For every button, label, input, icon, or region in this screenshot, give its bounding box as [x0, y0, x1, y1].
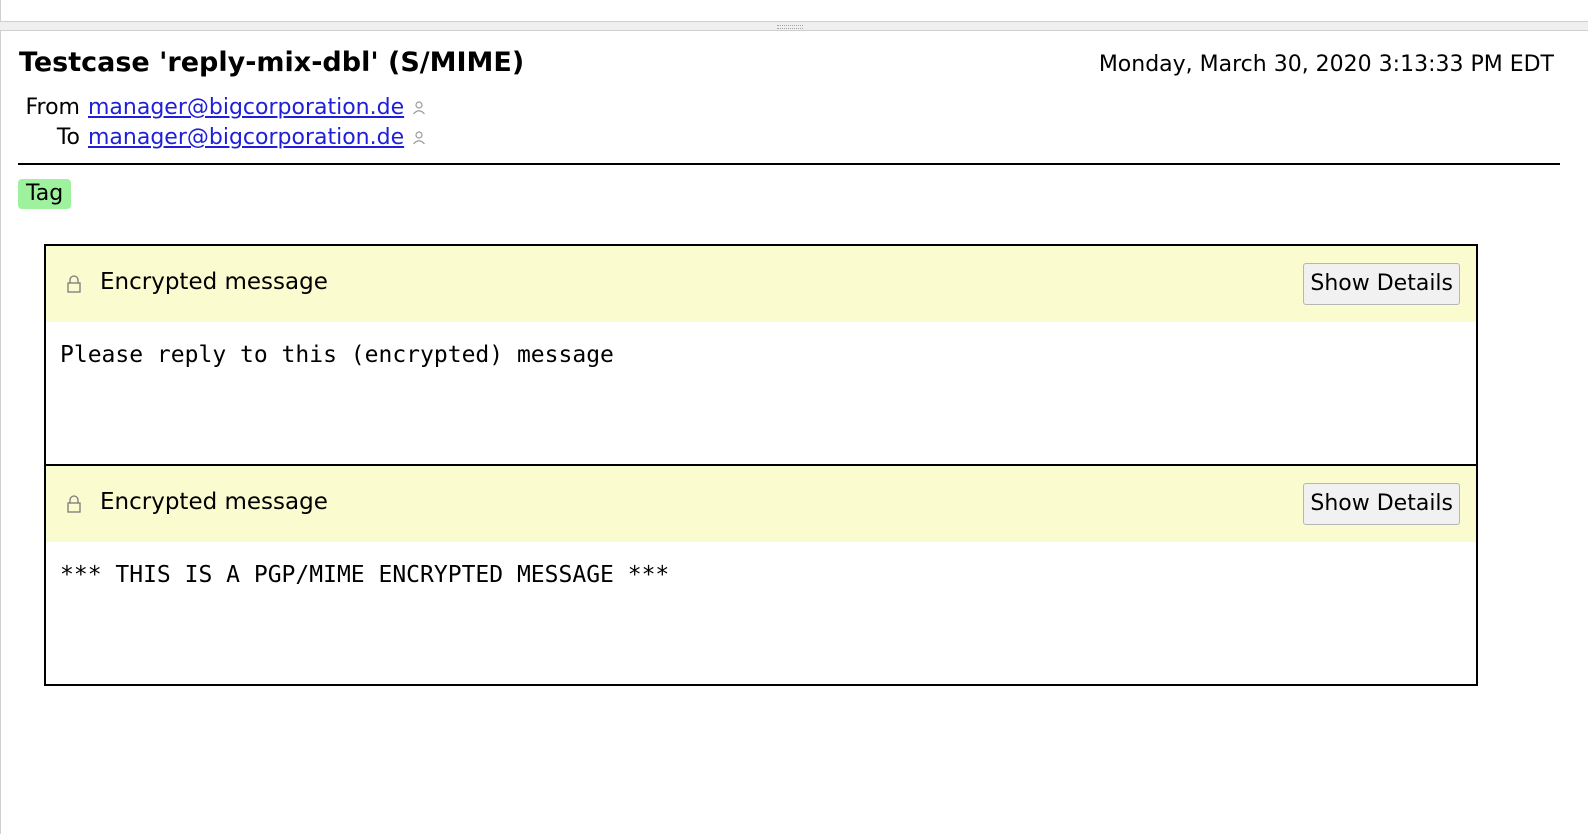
pane-border	[0, 31, 1, 834]
to-label: To	[56, 125, 80, 150]
show-details-button[interactable]: Show Details	[1303, 263, 1460, 305]
contact-icon[interactable]	[412, 127, 426, 145]
message-date: Monday, March 30, 2020 3:13:33 PM EDT	[1098, 52, 1554, 77]
encryption-status-label: Encrypted message	[100, 269, 328, 295]
message-tag[interactable]: Tag	[18, 179, 72, 209]
message-body-text: Please reply to this (encrypted) message	[60, 342, 614, 368]
from-address-link[interactable]: manager@bigcorporation.de	[88, 95, 404, 120]
message-subject: Testcase 'reply-mix-dbl' (S/MIME)	[19, 47, 525, 78]
from-label: From	[25, 95, 80, 120]
encrypted-part-2: Encrypted message Show Details *** THIS …	[44, 464, 1478, 686]
message-body-text: *** THIS IS A PGP/MIME ENCRYPTED MESSAGE…	[60, 562, 670, 588]
show-details-button[interactable]: Show Details	[1303, 483, 1460, 525]
lock-icon	[66, 274, 82, 294]
from-row: From manager@bigcorporation.de	[18, 95, 426, 120]
message-header: Testcase 'reply-mix-dbl' (S/MIME) Monday…	[18, 31, 1560, 165]
encryption-status-bar: Encrypted message Show Details	[46, 466, 1476, 542]
to-address-link[interactable]: manager@bigcorporation.de	[88, 125, 404, 150]
message-list-pane[interactable]	[0, 0, 1588, 22]
splitter-grip[interactable]	[777, 25, 803, 29]
contact-icon[interactable]	[412, 97, 426, 115]
encryption-status-bar: Encrypted message Show Details	[46, 246, 1476, 322]
encrypted-part-1: Encrypted message Show Details Please re…	[44, 244, 1478, 466]
to-row: To manager@bigcorporation.de	[18, 125, 426, 150]
encryption-status-label: Encrypted message	[100, 489, 328, 515]
pane-splitter[interactable]	[0, 22, 1588, 31]
lock-icon	[66, 494, 82, 514]
